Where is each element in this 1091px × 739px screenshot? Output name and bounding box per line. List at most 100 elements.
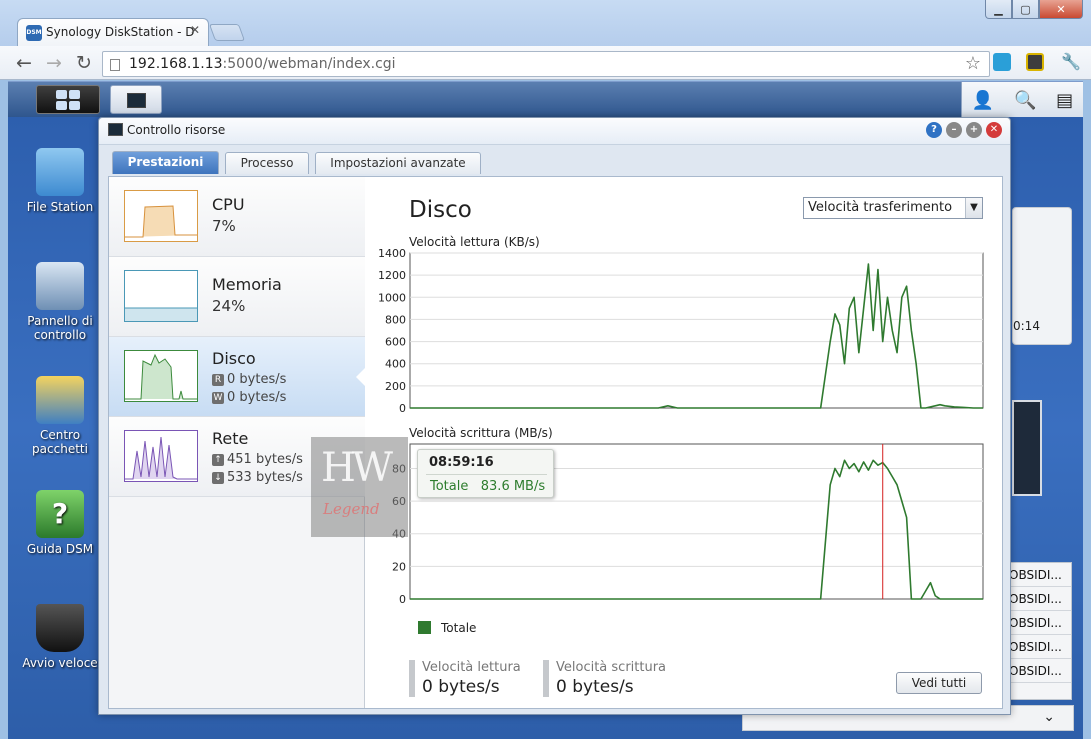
monitor-icon (127, 93, 146, 108)
y-tick-label: 1200 (378, 269, 406, 282)
view-all-button[interactable]: Vedi tutti (896, 672, 982, 694)
page-icon (110, 59, 120, 71)
desktop-icon-label: Avvio veloce (22, 656, 98, 670)
window-title: Controllo risorse (127, 123, 226, 137)
y-tick-label: 400 (385, 358, 406, 371)
wrench-menu-icon[interactable]: 🔧 (1061, 52, 1081, 71)
monitor-widget (1012, 400, 1042, 496)
stat-read: Velocità lettura 0 bytes/s (409, 660, 521, 697)
y-tick-label: 0 (399, 593, 406, 604)
y-tick-label: 600 (385, 336, 406, 349)
desktop-icon-label: File Station (26, 200, 94, 214)
tab-process[interactable]: Processo (225, 152, 309, 174)
stat-read-value: 0 bytes/s (422, 677, 500, 697)
help-icon[interactable]: ? (926, 122, 942, 138)
reload-icon[interactable]: ↻ (72, 51, 96, 75)
tab-performance[interactable]: Prestazioni (112, 151, 219, 174)
chevron-down-icon[interactable]: ▼ (965, 198, 982, 218)
address-bar[interactable]: 192.168.1.13:5000/webman/index.cgi ☆ (102, 51, 990, 77)
tab-advanced-settings[interactable]: Impostazioni avanzate (315, 152, 481, 174)
desktop-icon-dsm-help[interactable]: ? Guida DSM (14, 490, 106, 556)
chart-legend: Totale (418, 621, 476, 635)
folder-search-icon (36, 148, 84, 196)
browser-titlebar: DSM Synology DiskStation - DiskSt ✕ ▁ ▢ … (0, 0, 1091, 46)
disk-label: Disco (212, 349, 256, 368)
stat-write: Velocità scrittura 0 bytes/s (543, 660, 666, 697)
resource-monitor-taskbar-button[interactable] (110, 85, 162, 114)
hwlegend-watermark: HW Legend (311, 437, 408, 537)
y-tick-label: 1000 (378, 291, 406, 304)
write-badge-icon: W (212, 392, 224, 404)
plot-area (409, 252, 984, 409)
y-tick-label: 800 (385, 313, 406, 326)
main-menu-button[interactable] (36, 85, 100, 114)
chevron-down-icon[interactable]: ⌄ (1043, 709, 1055, 725)
list-item: OBSIDI... (1003, 635, 1071, 659)
taskbar-tray: 👤 🔍 ▤ (961, 82, 1083, 118)
user-icon[interactable]: 👤 (972, 90, 994, 111)
network-thumbnail (124, 430, 198, 482)
list-item: OBSIDI... (1003, 659, 1071, 683)
network-upload: ↑ 451 bytes/s (212, 452, 303, 467)
package-icon (36, 376, 84, 424)
selection-pointer (356, 367, 366, 387)
forward-icon[interactable]: → (42, 51, 66, 75)
skype-extension-icon[interactable] (993, 53, 1011, 71)
new-tab-button[interactable] (208, 24, 246, 41)
desktop-icon-control-panel[interactable]: Pannello di controllo (14, 262, 106, 342)
list-item: OBSIDI... (1003, 563, 1071, 587)
stat-write-value: 0 bytes/s (556, 677, 634, 697)
resource-item-cpu[interactable]: CPU 7% (109, 177, 365, 257)
magic-hat-icon (36, 604, 84, 652)
performance-panel: CPU 7% Memoria 24% Disco R0 bytes/s W0 b… (108, 176, 1003, 709)
cpu-value: 7% (212, 217, 236, 235)
browser-toolbar: ← → ↻ 192.168.1.13:5000/webman/index.cgi… (0, 46, 1091, 80)
url-text: 192.168.1.13:5000/webman/index.cgi (129, 56, 396, 72)
desktop-icon-quick-start[interactable]: Avvio veloce (14, 604, 106, 670)
read-speed-chart: 0 200 400 600 800 1000 1200 1400 (378, 247, 984, 413)
list-item: OBSIDI... (1003, 611, 1071, 635)
control-panel-icon (36, 262, 84, 310)
close-window-button[interactable]: ✕ (1039, 0, 1083, 19)
tab-close-icon[interactable]: ✕ (190, 23, 200, 37)
close-icon[interactable]: ✕ (986, 122, 1002, 138)
cpu-label: CPU (212, 195, 245, 214)
cpu-thumbnail (124, 190, 198, 242)
maximize-button[interactable]: ▢ (1012, 0, 1039, 19)
desktop-icon-file-station[interactable]: File Station (14, 148, 106, 214)
monitor-icon (108, 123, 123, 136)
legend-label: Totale (441, 621, 477, 635)
memory-thumbnail (124, 270, 198, 322)
widget-time: 0:14 (1013, 319, 1040, 333)
search-icon[interactable]: 🔍 (1014, 90, 1036, 111)
resource-item-disk[interactable]: Disco R0 bytes/s W0 bytes/s (109, 337, 365, 417)
tooltip-value-row: Totale 83.6 MB/s (430, 479, 546, 494)
read-badge-icon: R (212, 374, 224, 386)
desktop-icon-label: Centro pacchetti (32, 428, 88, 456)
browser-tab[interactable]: DSM Synology DiskStation - DiskSt ✕ (17, 18, 209, 46)
maximize-icon[interactable]: + (966, 122, 982, 138)
desktop-icon-label: Guida DSM (26, 542, 94, 556)
network-download: ↓ 533 bytes/s (212, 470, 303, 485)
bookmark-star-icon[interactable]: ☆ (965, 53, 981, 74)
disk-read: R0 bytes/s (212, 372, 286, 387)
desktop-icon-package-center[interactable]: Centro pacchetti (14, 376, 106, 456)
disk-write: W0 bytes/s (212, 390, 287, 405)
tooltip-time: 08:59:16 (429, 455, 494, 470)
back-icon[interactable]: ← (12, 51, 36, 75)
disk-thumbnail (124, 350, 198, 402)
window-titlebar[interactable]: Controllo risorse ? – + ✕ (99, 118, 1010, 145)
extension-icon[interactable] (1026, 53, 1044, 71)
resource-item-memory[interactable]: Memoria 24% (109, 257, 365, 337)
view-mode-select[interactable]: Velocità trasferimento ▼ (803, 197, 983, 219)
minimize-button[interactable]: ▁ (985, 0, 1012, 19)
widgets-icon[interactable]: ▤ (1056, 90, 1073, 111)
network-label: Rete (212, 429, 249, 448)
download-arrow-icon: ↓ (212, 472, 224, 484)
minimize-icon[interactable]: – (946, 122, 962, 138)
y-tick-label: 0 (399, 402, 406, 413)
help-book-icon: ? (36, 490, 84, 538)
stat-read-label: Velocità lettura (422, 660, 521, 675)
window-tabs: Prestazioni Processo Impostazioni avanza… (99, 146, 1010, 174)
memory-value: 24% (212, 297, 246, 315)
